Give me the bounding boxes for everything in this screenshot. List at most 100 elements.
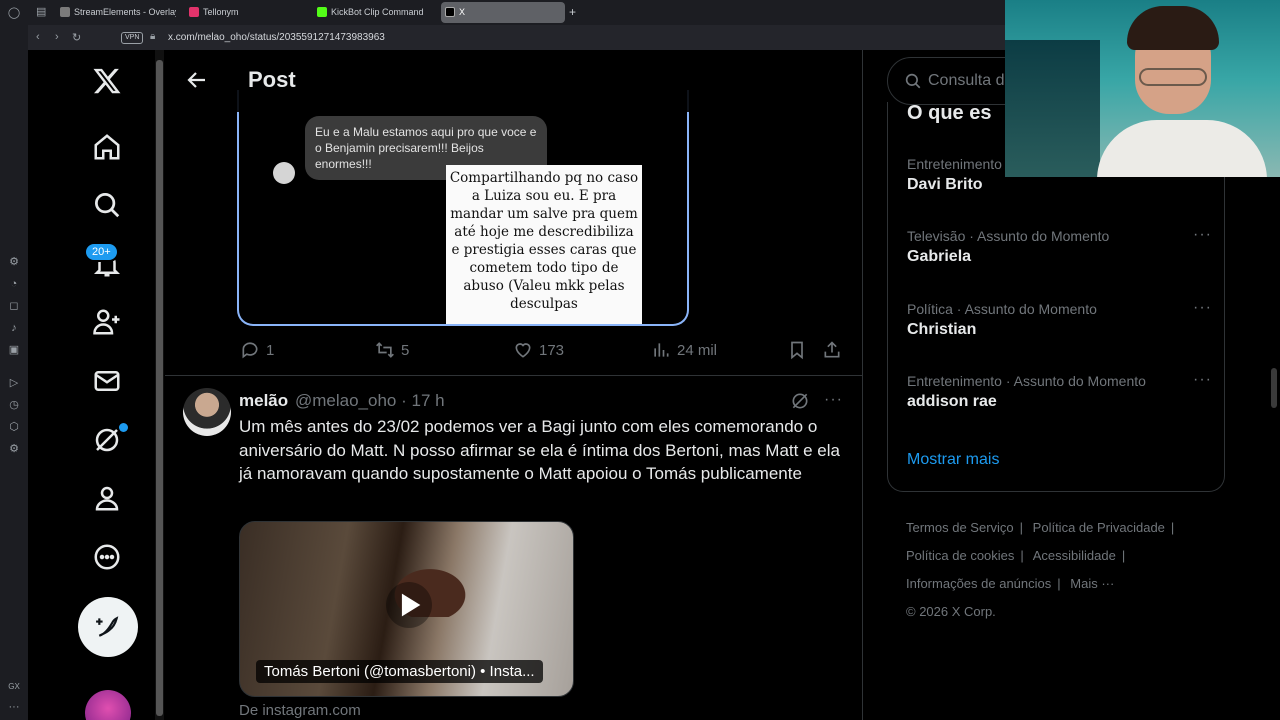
more-options-icon[interactable] bbox=[90, 540, 124, 574]
back-nav-icon[interactable]: ‹ bbox=[36, 31, 40, 43]
trend-meta: Política · Assunto do Momento bbox=[907, 301, 1097, 317]
tab-label: StreamElements - Overlay bbox=[74, 7, 176, 17]
play-button[interactable] bbox=[386, 582, 432, 628]
reply-tweet[interactable]: melão @melao_oho · 17 h ··· Um mês antes… bbox=[165, 376, 862, 720]
trend-name: Christian bbox=[907, 321, 977, 338]
reply-count: 1 bbox=[266, 341, 275, 359]
whatsapp-icon[interactable]: ◔ bbox=[7, 277, 21, 291]
author-name[interactable]: melão bbox=[239, 391, 288, 411]
post-media-image[interactable]: Eu e a Malu estamos aqui pro que voce e … bbox=[237, 90, 689, 326]
settings-icon[interactable]: ⚙ bbox=[7, 255, 21, 269]
webcam-person-hair bbox=[1127, 6, 1219, 50]
views-button[interactable]: 24 mil bbox=[651, 340, 717, 360]
lock-icon[interactable]: 🔒︎ bbox=[150, 31, 155, 42]
more-link[interactable]: Mais ··· bbox=[1070, 576, 1114, 591]
reply-button[interactable]: 1 bbox=[240, 340, 274, 360]
trend-name: addison rae bbox=[907, 393, 997, 410]
home-icon[interactable] bbox=[90, 130, 124, 164]
x-favicon-icon bbox=[445, 7, 455, 17]
tab-kickbot[interactable]: KickBot Clip Command bbox=[313, 2, 443, 23]
tweet-text: Um mês antes do 23/02 podemos ver a Bagi… bbox=[239, 417, 840, 483]
app-icon[interactable]: ▣ bbox=[7, 343, 21, 357]
more-options-icon[interactable]: ··· bbox=[824, 391, 843, 411]
grok-icon[interactable] bbox=[790, 391, 810, 411]
more-options-icon[interactable]: ··· bbox=[1193, 226, 1212, 244]
trend-name: Davi Brito bbox=[907, 176, 983, 193]
sidebar-scrollbar[interactable] bbox=[155, 50, 164, 720]
profile-icon[interactable] bbox=[90, 481, 124, 515]
tab-tellonym[interactable]: Tellonym bbox=[185, 2, 305, 23]
tweet-icons: ··· bbox=[790, 391, 843, 411]
share-icon bbox=[824, 341, 840, 358]
repost-button[interactable]: 5 bbox=[375, 340, 409, 360]
trend-item[interactable]: Televisão · Assunto do Momento Gabriela … bbox=[907, 226, 1212, 266]
compose-post-button[interactable] bbox=[78, 597, 138, 657]
footer-links: Termos de Serviço | Política de Privacida… bbox=[906, 514, 1236, 626]
extensions-icon[interactable]: ⬡ bbox=[7, 420, 21, 434]
page-title: Post bbox=[248, 67, 296, 92]
mail-icon[interactable] bbox=[90, 364, 124, 398]
story-note-text: Compartilhando pq no caso a Luiza sou eu… bbox=[446, 165, 642, 324]
instagram-icon[interactable]: ◻ bbox=[7, 299, 21, 313]
more-options-icon[interactable]: ··· bbox=[1193, 371, 1212, 389]
more-options-icon[interactable]: ··· bbox=[1193, 299, 1212, 317]
tab-x[interactable]: X bbox=[441, 2, 565, 23]
tab-label: KickBot Clip Command bbox=[331, 7, 424, 17]
copyright: © 2026 X Corp. bbox=[906, 604, 996, 619]
player-icon[interactable]: ▷ bbox=[7, 376, 21, 390]
new-tab-button[interactable]: + bbox=[569, 5, 576, 19]
video-preview[interactable]: Tomás Bertoni (@tomasbertoni) • Insta... bbox=[239, 521, 574, 697]
trend-item[interactable]: Política · Assunto do Momento Christian … bbox=[907, 299, 1212, 339]
bookmark-button[interactable] bbox=[787, 340, 807, 360]
tab-menu-icon[interactable]: ▤ bbox=[36, 5, 46, 18]
post-header: Post bbox=[165, 50, 862, 112]
tab-label: Tellonym bbox=[203, 7, 239, 17]
vpn-badge[interactable]: VPN bbox=[121, 32, 144, 44]
trend-meta: Televisão · Assunto do Momento bbox=[907, 228, 1110, 244]
trend-meta: Entretenimento · Assunto do Momento bbox=[907, 373, 1146, 389]
gx-icon[interactable]: GX bbox=[7, 680, 21, 694]
terms-link[interactable]: Termos de Serviço bbox=[906, 520, 1014, 535]
show-more-link[interactable]: Mostrar mais bbox=[907, 451, 999, 469]
share-button[interactable] bbox=[822, 340, 842, 360]
x-logo-icon[interactable] bbox=[90, 64, 124, 98]
grok-notification-dot bbox=[119, 423, 128, 432]
link-source[interactable]: De instagram.com bbox=[239, 702, 361, 719]
webcam-overlay bbox=[1005, 0, 1280, 177]
x-sidebar: 20+ bbox=[28, 50, 154, 720]
accessibility-link[interactable]: Acessibilidade bbox=[1033, 548, 1116, 563]
reload-icon[interactable]: ↻ bbox=[72, 31, 81, 44]
opera-logo-icon[interactable]: ◯ bbox=[7, 6, 21, 20]
like-button[interactable]: 173 bbox=[513, 340, 564, 360]
cookies-link[interactable]: Política de cookies bbox=[906, 548, 1014, 563]
follow-icon[interactable] bbox=[90, 305, 124, 339]
views-icon bbox=[654, 343, 669, 357]
search-icon[interactable] bbox=[90, 188, 124, 222]
webcam-person-body bbox=[1097, 120, 1267, 177]
search-placeholder: Consulta de bbox=[928, 72, 1014, 89]
more-icon[interactable]: ··· bbox=[7, 700, 21, 714]
trend-name: Gabriela bbox=[907, 248, 972, 265]
main-column: Post Eu e a Malu estamos aqui pro que vo… bbox=[165, 50, 863, 720]
webcam-background bbox=[1005, 40, 1100, 177]
repost-count: 5 bbox=[401, 341, 410, 359]
privacy-link[interactable]: Política de Privacidade bbox=[1033, 520, 1165, 535]
forward-nav-icon[interactable]: › bbox=[55, 31, 59, 43]
reply-icon bbox=[242, 342, 258, 359]
url-field[interactable]: x.com/melao_oho/status/20355912714739839… bbox=[168, 32, 385, 43]
author-handle[interactable]: @melao_oho · 17 h bbox=[295, 391, 445, 411]
back-arrow-icon[interactable] bbox=[185, 68, 209, 92]
bookmark-icon bbox=[791, 341, 803, 360]
views-count: 24 mil bbox=[677, 341, 718, 359]
account-avatar[interactable] bbox=[85, 690, 131, 720]
trends-title: O que es bbox=[907, 102, 992, 124]
gear-icon[interactable]: ⚙ bbox=[7, 442, 21, 456]
repost-icon bbox=[376, 342, 394, 358]
ads-info-link[interactable]: Informações de anúncios bbox=[906, 576, 1051, 591]
tiktok-icon[interactable]: ♪ bbox=[7, 321, 21, 335]
avatar[interactable] bbox=[183, 388, 231, 436]
tab-streamelements[interactable]: StreamElements - Overlay bbox=[56, 2, 176, 23]
post-actions: 1 5 173 24 mil bbox=[165, 336, 862, 362]
history-icon[interactable]: ◷ bbox=[7, 398, 21, 412]
trend-item[interactable]: Entretenimento · Assunto do Momento addi… bbox=[907, 371, 1212, 411]
